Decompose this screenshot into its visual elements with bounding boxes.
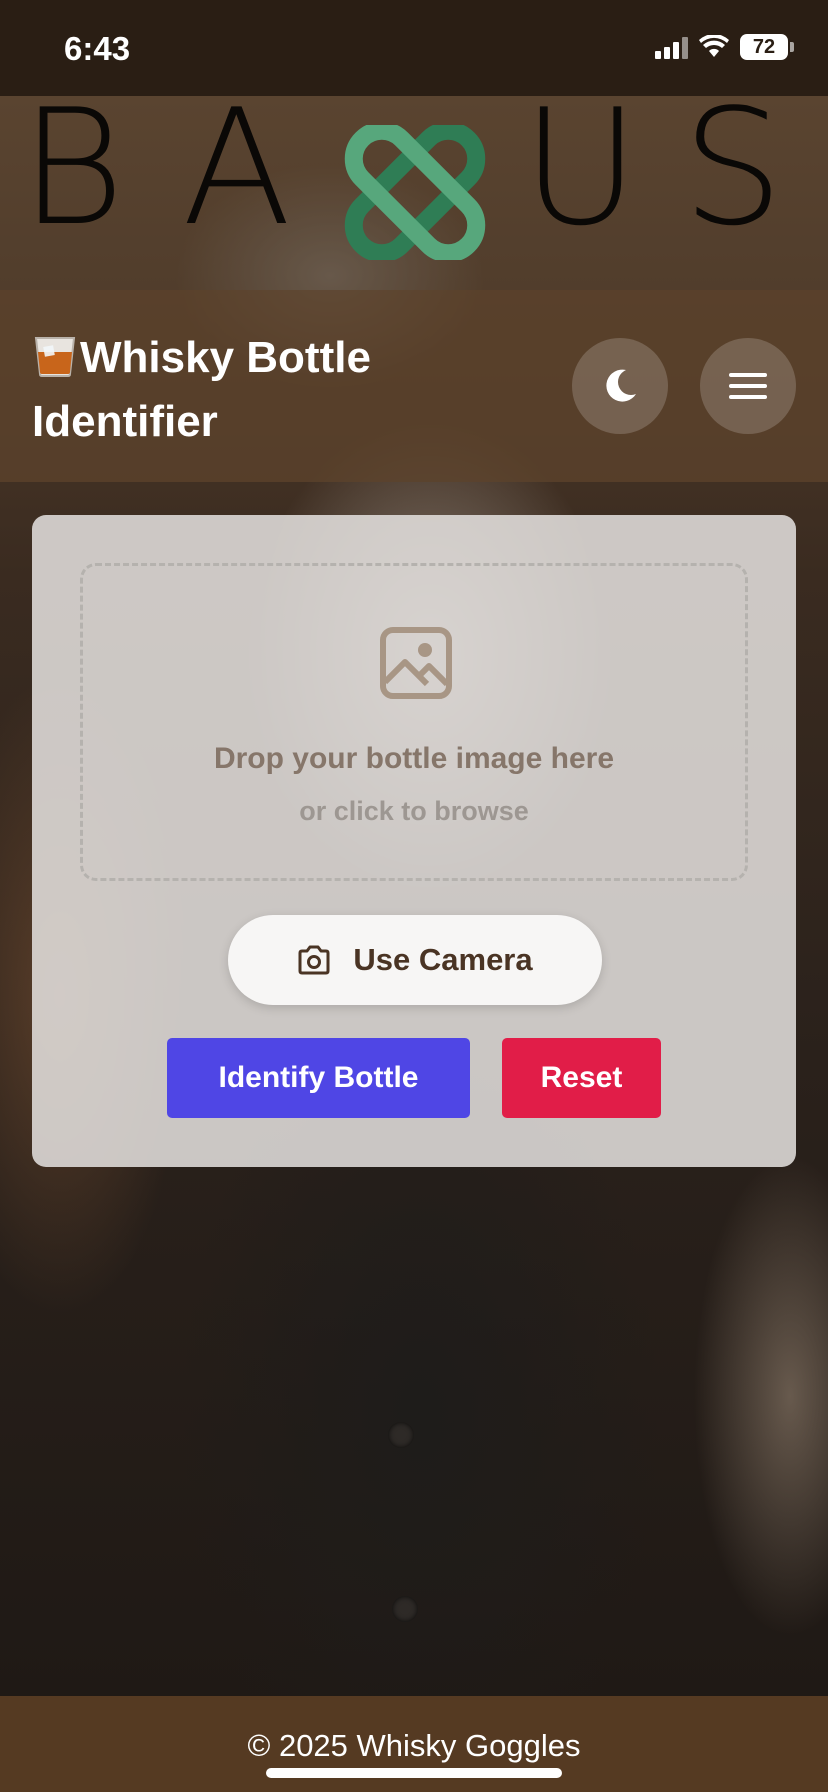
signal-icon <box>655 35 688 59</box>
logo-letter: S <box>682 74 784 261</box>
logo-letter: A <box>182 74 292 261</box>
identify-bottle-button[interactable]: Identify Bottle <box>167 1038 470 1118</box>
hamburger-menu-icon <box>729 373 767 399</box>
page-title: Whisky Bottle Identifier <box>32 326 512 454</box>
moon-icon <box>606 369 636 402</box>
upload-card: Drop your bottle image here or click to … <box>32 515 796 1167</box>
logo-x-mark <box>344 125 486 260</box>
image-icon <box>380 627 452 699</box>
logo-letter: B <box>20 74 125 261</box>
status-icons: 72 <box>655 34 794 60</box>
battery-icon: 72 <box>740 34 794 60</box>
menu-button[interactable] <box>700 338 796 434</box>
wifi-icon <box>699 35 729 57</box>
use-camera-button[interactable]: Use Camera <box>228 915 602 1005</box>
app-header: Whisky Bottle Identifier <box>0 290 828 482</box>
whisky-glass-icon <box>34 337 76 377</box>
image-dropzone[interactable]: Drop your bottle image here or click to … <box>80 563 748 881</box>
vest-button-detail <box>392 1596 418 1622</box>
footer: © 2025 Whisky Goggles <box>0 1696 828 1792</box>
title-text: Whisky Bottle Identifier <box>32 333 371 446</box>
logo-letter: U <box>522 74 640 261</box>
footer-copyright: © 2025 Whisky Goggles <box>247 1728 581 1763</box>
theme-toggle-button[interactable] <box>572 338 668 434</box>
camera-button-label: Use Camera <box>353 942 533 977</box>
dropzone-subtitle: or click to browse <box>299 796 529 826</box>
dropzone-title: Drop your bottle image here <box>213 742 615 775</box>
status-time: 6:43 <box>64 30 131 67</box>
camera-icon <box>298 945 330 975</box>
reset-button[interactable]: Reset <box>502 1038 661 1118</box>
home-indicator[interactable] <box>266 1768 562 1778</box>
vest-button-detail <box>388 1422 414 1448</box>
